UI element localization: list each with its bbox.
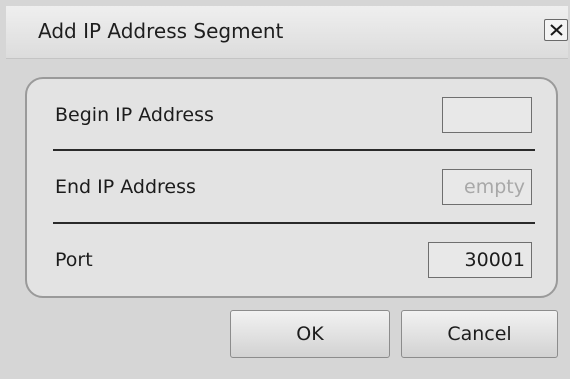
close-icon [550, 24, 563, 36]
end-ip-row: End IP Address [27, 151, 556, 222]
title-bar: Add IP Address Segment [6, 6, 568, 59]
port-input[interactable] [428, 241, 532, 278]
begin-ip-label: Begin IP Address [55, 103, 214, 126]
port-row: Port [27, 224, 556, 295]
end-ip-input[interactable] [442, 168, 532, 205]
dialog-title: Add IP Address Segment [38, 19, 284, 43]
begin-ip-input[interactable] [442, 96, 532, 133]
end-ip-label: End IP Address [55, 175, 196, 198]
port-label: Port [55, 248, 93, 271]
add-ip-segment-dialog: Add IP Address Segment Begin IP Address … [0, 0, 570, 379]
ok-button[interactable]: OK [230, 310, 390, 358]
cancel-button[interactable]: Cancel [401, 310, 558, 358]
form-panel: Begin IP Address End IP Address Port [25, 77, 558, 298]
close-button[interactable] [544, 19, 568, 41]
begin-ip-row: Begin IP Address [27, 79, 556, 150]
